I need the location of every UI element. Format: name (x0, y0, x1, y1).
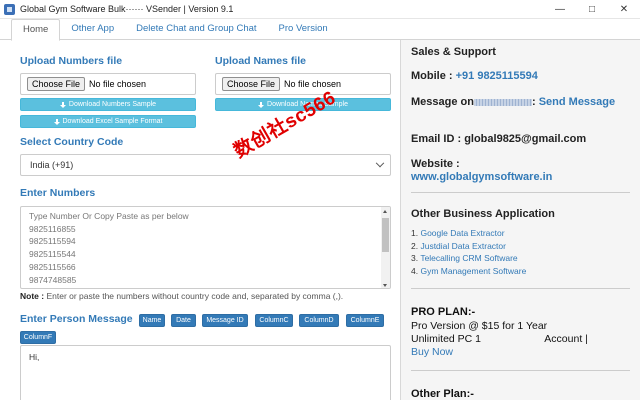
tab-home[interactable]: Home (11, 19, 61, 41)
scroll-up-arrow-icon[interactable] (383, 210, 387, 213)
mobile-line: Mobile : +91 9825115594 (411, 70, 538, 82)
business-app-list: 1. Google Data Extractor 2. Justdial Dat… (411, 227, 526, 277)
country-code-value: India (+91) (30, 160, 74, 170)
choose-numbers-file-button[interactable]: Choose File (27, 77, 86, 91)
minimize-button[interactable]: — (544, 0, 576, 19)
list-item-number: 3. (411, 253, 419, 263)
tab-other-app[interactable]: Other App (60, 19, 125, 40)
buy-now-link[interactable]: Buy Now (411, 346, 453, 359)
sidebar-separator (411, 192, 630, 193)
tag-date-button[interactable]: Date (171, 314, 196, 327)
email-label: Email ID : (411, 133, 465, 145)
number-line: 9825116855 (29, 223, 76, 234)
download-icon (53, 118, 60, 125)
other-plan-title: Other Plan:- (411, 388, 474, 400)
website-link[interactable]: www.globalgymsoftware.in (411, 171, 552, 183)
download-numbers-sample-label: Download Numbers Sample (68, 101, 157, 108)
number-line: 9825115566 (29, 261, 76, 272)
send-message-link[interactable]: Send Message (539, 96, 615, 108)
list-item-number: 4. (411, 265, 419, 276)
upload-numbers-input[interactable]: Choose File No file chosen (20, 73, 196, 95)
list-item-number: 1. (411, 228, 419, 238)
maximize-button[interactable]: □ (576, 0, 608, 19)
app-icon (4, 3, 15, 15)
download-icon (258, 101, 265, 108)
sidebar-separator (411, 370, 630, 371)
choose-names-file-button[interactable]: Choose File (222, 77, 281, 91)
number-line: 9825115594 (29, 236, 76, 247)
download-excel-sample-button[interactable]: Download Excel Sample Format (20, 115, 196, 128)
download-icon (59, 101, 66, 108)
upload-names-input[interactable]: Choose File No file chosen (215, 73, 391, 95)
tab-pro-version[interactable]: Pro Version (268, 19, 339, 40)
tag-column-e-button[interactable]: ColumnE (346, 314, 384, 327)
number-line: 9812345678 (29, 286, 189, 288)
tag-column-c-button[interactable]: ColumnC (255, 314, 293, 327)
window-titlebar: Global Gym Software Bulk······ VSender |… (0, 0, 640, 19)
mobile-link[interactable]: +91 9825115594 (456, 70, 538, 82)
tag-column-f-button[interactable]: ColumnF (20, 331, 56, 344)
sidebar-separator (411, 288, 630, 289)
upload-numbers-title: Upload Numbers file (20, 55, 123, 67)
person-message-textarea[interactable]: Hi, (20, 345, 391, 400)
country-code-select[interactable]: India (+91) (20, 154, 391, 176)
country-code-title: Select Country Code (20, 136, 124, 148)
tag-message-id-button[interactable]: Message ID (202, 314, 248, 327)
message-line: Message on: Send Message (411, 96, 615, 109)
person-message-title: Enter Person Message (20, 313, 133, 325)
email-line: Email ID : global9825@gmail.com (411, 133, 586, 145)
numbers-file-status: No file chosen (89, 79, 147, 89)
tag-column-d-button[interactable]: ColumnD (299, 314, 339, 327)
list-item[interactable]: 2. Justdial Data Extractor (411, 240, 526, 253)
download-excel-sample-label: Download Excel Sample Format (62, 118, 163, 125)
chevron-down-icon (375, 158, 385, 168)
message-label: Message on (411, 96, 474, 108)
upload-names-title: Upload Names file (215, 55, 307, 67)
numbers-textarea[interactable]: Type Number Or Copy Paste as per below 9… (20, 206, 391, 289)
list-item[interactable]: 4. Gym Management Software (411, 265, 526, 278)
list-item[interactable]: 3. Telecalling CRM Software (411, 252, 526, 265)
website-label: Website : (411, 158, 460, 170)
pro-plan-pc: Unlimited PC 1 (411, 333, 482, 345)
close-button[interactable]: ✕ (608, 0, 640, 19)
message-suffix: : (531, 96, 539, 108)
email-value: global9825@gmail.com (464, 133, 587, 145)
list-item-label: Telecalling CRM Software (420, 253, 518, 263)
list-item-label: Google Data Extractor (420, 228, 505, 238)
download-numbers-sample-button[interactable]: Download Numbers Sample (20, 98, 196, 111)
main-panel: Upload Numbers file Choose File No file … (0, 41, 400, 400)
pro-plan-line1: Pro Version @ $15 for 1 Year (411, 320, 548, 332)
number-line: 9825115544 (29, 249, 76, 260)
list-item-number: 2. (411, 240, 419, 251)
other-business-title: Other Business Application (411, 208, 555, 220)
number-line: 9874748585 (29, 274, 77, 285)
list-item-label: Gym Management Software (420, 265, 527, 276)
numbers-content: Type Number Or Copy Paste as per below 9… (29, 210, 189, 288)
pro-plan-account: Account | (544, 333, 588, 345)
numbers-note: Note : Enter or paste the numbers withou… (20, 291, 343, 301)
names-file-status: No file chosen (284, 79, 342, 89)
note-label: Note : (20, 291, 45, 301)
tag-name-button[interactable]: Name (139, 314, 165, 327)
redacted-app-name (473, 98, 532, 106)
list-item-label: Justdial Data Extractor (420, 240, 506, 251)
tab-delete-chat[interactable]: Delete Chat and Group Chat (125, 19, 267, 40)
window-title: Global Gym Software Bulk······ VSender |… (20, 4, 234, 14)
info-sidebar: Sales & Support Mobile : +91 9825115594 … (401, 40, 640, 400)
note-text: Enter or paste the numbers without count… (44, 291, 344, 301)
numbers-placeholder: Type Number Or Copy Paste as per below (29, 211, 189, 221)
scrollbar-thumb[interactable] (382, 218, 389, 252)
sales-support-title: Sales & Support (411, 46, 496, 58)
pro-plan-line2: Unlimited PC 1 Account | (411, 333, 588, 346)
pro-plan-title: PRO PLAN:- (411, 306, 476, 318)
numbers-scrollbar[interactable] (381, 207, 390, 288)
enter-numbers-title: Enter Numbers (20, 187, 96, 199)
tab-bar: Home Other App Delete Chat and Group Cha… (0, 19, 640, 41)
list-item[interactable]: 1. Google Data Extractor (411, 227, 526, 240)
window-controls: — □ ✕ (544, 0, 640, 19)
mobile-label: Mobile : (411, 70, 456, 82)
scroll-down-arrow-icon[interactable] (383, 284, 387, 287)
